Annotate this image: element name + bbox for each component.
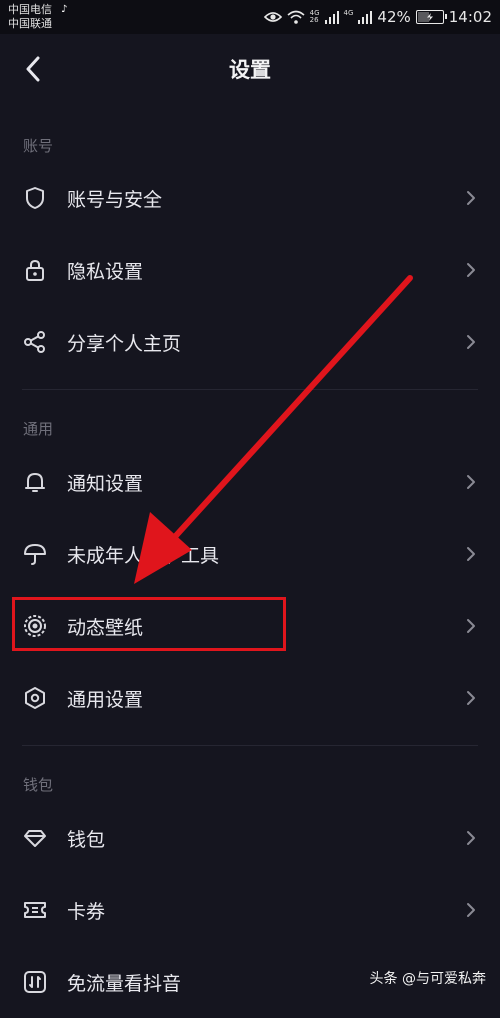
settings-item-general-settings[interactable]: 通用设置 [0, 662, 500, 734]
diamond-icon [24, 830, 46, 847]
chevron-right-icon [467, 547, 475, 561]
section-divider [22, 745, 478, 746]
settings-item-label: 免流量看抖音 [67, 972, 182, 995]
settings-item-label: 卡券 [67, 900, 106, 923]
section-heading-wallet: 钱包 [23, 776, 54, 794]
share-icon [24, 331, 45, 353]
clock: 14:02 [448, 8, 492, 26]
settings-item-label: 通知设置 [67, 472, 144, 495]
lock-icon [26, 259, 44, 281]
page-title: 设置 [229, 58, 271, 82]
network-type-1: 4G 26 [309, 9, 320, 24]
settings-item-label: 账号与安全 [67, 188, 163, 211]
settings-item-account-security[interactable]: 账号与安全 [0, 162, 500, 234]
settings-item-wallet[interactable]: 钱包 [0, 802, 500, 874]
tiktok-notification-icon: ♪ [61, 4, 68, 15]
chevron-right-icon [467, 475, 475, 489]
nav-bar: 设置 [0, 34, 500, 104]
settings-item-notifications[interactable]: 通知设置 [0, 446, 500, 518]
settings-item-label: 钱包 [67, 828, 106, 851]
carrier-names: 中国电信 中国联通 [8, 3, 52, 31]
network-type-2: 4G [343, 9, 354, 17]
section-heading-general: 通用 [23, 420, 54, 438]
settings-item-label: 隐私设置 [67, 260, 144, 283]
battery-icon [415, 10, 447, 24]
data-icon [24, 971, 46, 993]
section-divider [22, 389, 478, 390]
bell-icon [25, 473, 45, 492]
signal-bars-icon [324, 10, 339, 24]
settings-item-label: 分享个人主页 [67, 332, 182, 355]
battery-percent: 42% [377, 8, 411, 26]
ticket-icon [24, 902, 46, 918]
wifi-icon [287, 10, 305, 24]
settings-item-coupons[interactable]: 卡券 [0, 874, 500, 946]
umbrella-icon [24, 544, 46, 565]
settings-item-label: 通用设置 [67, 688, 144, 711]
carrier-2: 中国联通 [8, 17, 52, 30]
settings-item-minor-protection[interactable]: 未成年人保护工具 [0, 518, 500, 590]
status-icons: 4G 26 4G 42% 14:02 [263, 8, 492, 26]
annotation-highlight-box [12, 597, 286, 651]
section-heading-account: 账号 [23, 137, 54, 155]
shield-icon [26, 187, 44, 209]
chevron-right-icon [467, 903, 475, 917]
settings-item-share-profile[interactable]: 分享个人主页 [0, 306, 500, 378]
chevron-right-icon [467, 335, 475, 349]
watermark: 头条 @与可爱私奔 [369, 971, 486, 987]
status-bar: 中国电信 中国联通 ♪ 4G 26 4G 42% 14:02 [0, 0, 500, 34]
chevron-right-icon [467, 191, 475, 205]
hexagon-icon [25, 687, 45, 709]
settings-item-privacy[interactable]: 隐私设置 [0, 234, 500, 306]
chevron-right-icon [467, 831, 475, 845]
carrier-1: 中国电信 [8, 3, 52, 16]
settings-item-label: 未成年人保护工具 [67, 544, 220, 567]
chevron-right-icon [467, 691, 475, 705]
eye-icon [263, 12, 282, 22]
chevron-right-icon [467, 619, 475, 633]
chevron-right-icon [467, 263, 475, 277]
signal-bars-icon [358, 10, 373, 24]
